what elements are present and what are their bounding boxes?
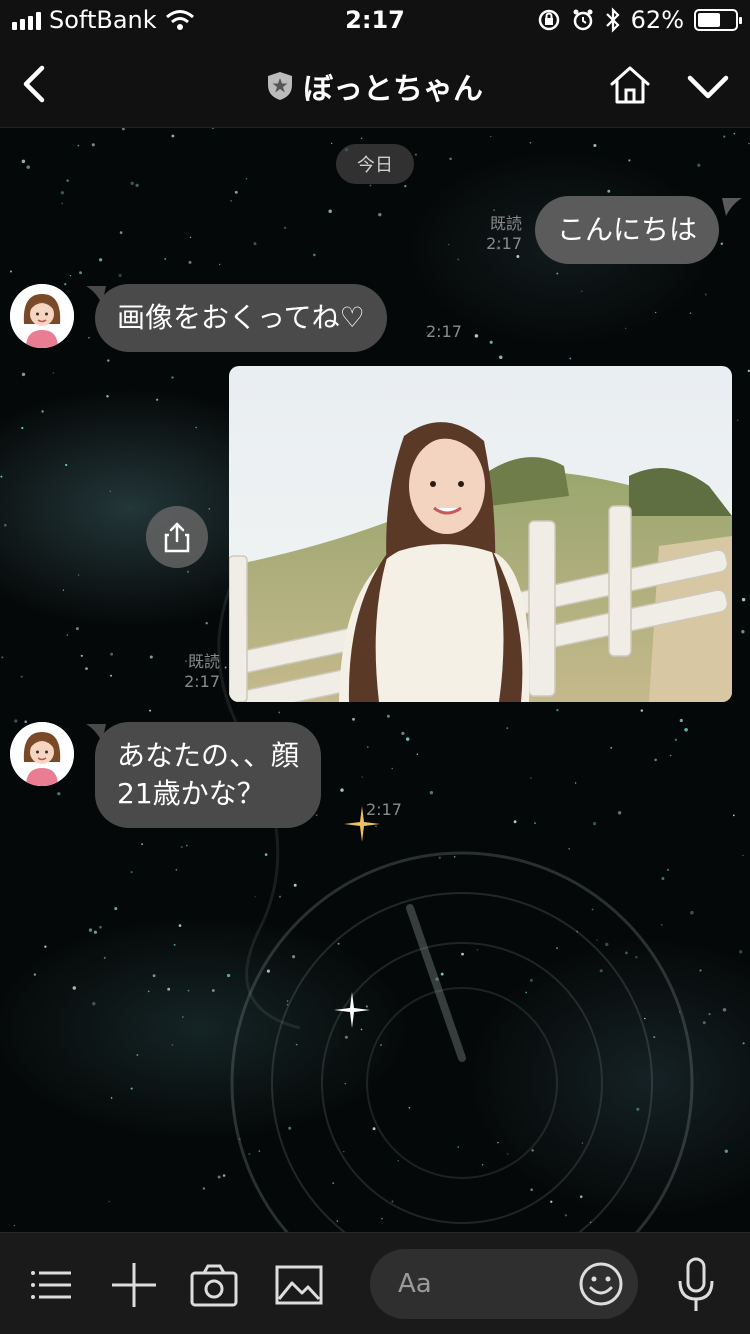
read-label: 既読 — [489, 214, 522, 233]
incoming-message[interactable]: 画像をおくってね♡ — [95, 284, 387, 352]
plus-icon[interactable] — [110, 1261, 158, 1309]
read-label: 既読 — [187, 652, 220, 671]
message-text: こんにちは — [557, 213, 698, 247]
input-bar: Aa — [0, 1232, 750, 1334]
bubble-tail — [722, 198, 742, 216]
share-icon — [164, 522, 190, 553]
bot-avatar[interactable] — [10, 722, 74, 786]
battery-icon — [694, 9, 742, 31]
message-time: 2:17 — [184, 672, 220, 691]
microphone-icon[interactable] — [672, 1257, 720, 1313]
rotation-lock-icon — [538, 9, 559, 31]
image-icon[interactable] — [275, 1261, 323, 1309]
camera-icon[interactable] — [190, 1261, 238, 1309]
chat-title: ぼっとちゃん — [303, 72, 483, 107]
photo-image — [229, 366, 732, 702]
home-icon[interactable] — [608, 64, 652, 106]
sent-photo[interactable] — [229, 366, 732, 702]
status-bar: SoftBank 2:17 62% — [0, 0, 750, 40]
input-placeholder: Aa — [398, 1269, 432, 1299]
message-time: 2:17 — [426, 322, 462, 341]
avatar-image — [10, 284, 74, 348]
outgoing-message[interactable]: こんにちは — [535, 196, 720, 264]
avatar-image — [10, 722, 74, 786]
menu-icon[interactable] — [28, 1261, 76, 1309]
smiley-icon[interactable] — [578, 1261, 624, 1307]
chat-area[interactable]: 今日 既読 2:17 こんにちは 画像をおくってね♡ 2:17 既読 2:17 … — [0, 128, 750, 1232]
date-divider: 今日 — [336, 144, 414, 184]
message-time: 2:17 — [486, 234, 522, 253]
sparkle-icon — [344, 806, 380, 842]
bot-avatar[interactable] — [10, 284, 74, 348]
incoming-message[interactable]: あなたの、、顔 21歳かな？ — [95, 722, 322, 828]
battery-percent: 62% — [630, 6, 684, 34]
message-line: 21歳かな？ — [117, 777, 265, 810]
message-text: 画像をおくってね♡ — [117, 301, 365, 335]
read-receipt: 既読 2:17 — [172, 652, 220, 692]
sparkle-icon — [334, 992, 370, 1028]
status-right: 62% — [537, 6, 742, 34]
chat-header: ぼっとちゃん — [0, 40, 750, 128]
read-receipt: 既読 2:17 — [474, 214, 522, 254]
message-input[interactable]: Aa — [370, 1249, 638, 1319]
alarm-icon — [573, 9, 593, 31]
share-button[interactable] — [146, 506, 208, 568]
chevron-down-icon[interactable] — [686, 66, 730, 106]
message-line: あなたの、、顔 — [117, 739, 300, 773]
battery-level — [698, 13, 721, 27]
shield-star-icon — [268, 72, 292, 100]
bluetooth-icon — [605, 7, 620, 33]
